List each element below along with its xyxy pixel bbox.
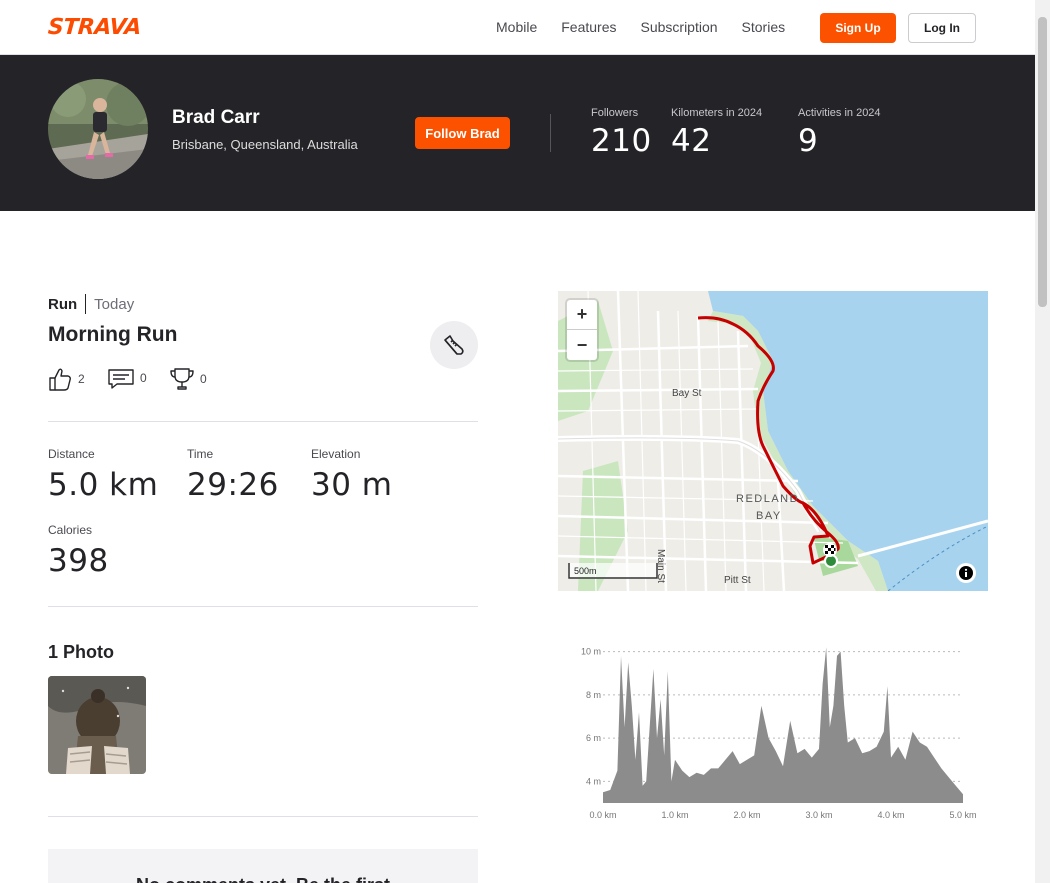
stat-kilometers: Kilometers in 2024 42	[671, 107, 762, 159]
metric-value: 29:26	[187, 467, 279, 503]
nav-links: Mobile Features Subscription Stories	[496, 19, 809, 35]
comment-icon	[108, 369, 134, 389]
stat-label: Followers	[591, 107, 639, 119]
activity-photo[interactable]	[48, 676, 146, 774]
divider	[550, 114, 551, 152]
comments-section: No comments yet. Be the first	[48, 849, 478, 883]
kudos-button[interactable]: 2	[48, 366, 85, 392]
stat-value: 9	[798, 123, 819, 159]
metric-value: 5.0 km	[48, 467, 159, 503]
zoom-out-button[interactable]: −	[567, 330, 597, 360]
x-tick-label: 1.0 km	[661, 810, 688, 820]
x-tick-label: 4.0 km	[877, 810, 904, 820]
metric-label: Elevation	[311, 447, 361, 461]
metric-label: Calories	[48, 523, 93, 537]
divider	[48, 816, 478, 817]
thumbs-up-icon	[49, 368, 71, 391]
stat-followers: Followers 210	[591, 107, 652, 159]
map-label-pitt-st: Pitt St	[724, 575, 751, 586]
kudos-count: 2	[78, 372, 85, 386]
y-tick-label: 6 m	[586, 733, 601, 743]
divider	[85, 294, 87, 314]
trophy-icon	[170, 368, 194, 390]
comments-count: 0	[140, 371, 147, 385]
y-tick-label: 4 m	[586, 776, 601, 786]
nav-link-subscription[interactable]: Subscription	[641, 19, 718, 35]
x-tick-label: 3.0 km	[805, 810, 832, 820]
info-icon[interactable]	[956, 563, 976, 583]
activity-type: Run	[48, 295, 78, 313]
athlete-header: Brad Carr Brisbane, Queensland, Australi…	[0, 55, 1035, 211]
elevation-area	[603, 647, 963, 803]
comments-button[interactable]: 0	[108, 366, 147, 390]
stat-activities: Activities in 2024 9	[798, 107, 881, 159]
logo-text: STRAVA	[47, 14, 142, 40]
strava-logo[interactable]: STRAVA	[47, 14, 142, 40]
achievements-count: 0	[200, 372, 207, 386]
divider	[48, 421, 478, 422]
y-tick-label: 8 m	[586, 690, 601, 700]
x-tick-label: 2.0 km	[733, 810, 760, 820]
zoom-in-button[interactable]: +	[567, 300, 597, 330]
avatar[interactable]	[48, 79, 148, 179]
route-map[interactable]: Bay St REDLAND BAY Main St Pitt St 500m …	[558, 291, 988, 591]
follow-button[interactable]: Follow Brad	[415, 117, 510, 149]
x-tick-label: 5.0 km	[949, 810, 976, 820]
activity-type-row: Run Today	[48, 294, 134, 314]
sign-up-button[interactable]: Sign Up	[820, 13, 896, 43]
metric-time: Time 29:26	[187, 447, 279, 503]
shoe-icon[interactable]	[430, 321, 478, 369]
map-label-bay: BAY	[756, 510, 782, 522]
metric-distance: Distance 5.0 km	[48, 447, 158, 503]
stat-label: Kilometers in 2024	[671, 107, 763, 119]
scrollbar[interactable]	[1035, 0, 1050, 883]
nav-link-mobile[interactable]: Mobile	[496, 19, 537, 35]
no-comments-text: No comments yet. Be the first	[48, 875, 478, 883]
metric-label: Distance	[48, 447, 95, 461]
metric-label: Time	[187, 447, 214, 461]
nav-link-features[interactable]: Features	[561, 19, 616, 35]
nav-link-stories[interactable]: Stories	[742, 19, 786, 35]
elevation-chart-svg: 4 m 6 m 8 m 10 m 0.0 km 1.0 km 2.0 km 3.0 km 4.0…	[581, 647, 977, 820]
metric-elevation: Elevation 30 m	[311, 447, 393, 503]
divider	[48, 606, 478, 607]
top-nav: STRAVA Mobile Features Subscription Stor…	[0, 0, 1035, 55]
stat-value: 42	[671, 123, 712, 159]
y-tick-label: 10 m	[581, 647, 601, 657]
activity-date: Today	[94, 295, 135, 313]
metric-value: 398	[48, 543, 109, 579]
map-scale-label: 500m	[574, 566, 597, 576]
photos-title: 1 Photo	[48, 642, 114, 662]
map-label-redland: REDLAND	[736, 493, 799, 505]
athlete-location: Brisbane, Queensland, Australia	[172, 137, 358, 152]
scrollbar-thumb[interactable]	[1038, 17, 1047, 307]
map-label-bay-st: Bay St	[672, 388, 702, 399]
achievements-button[interactable]: 0	[170, 366, 207, 392]
activity-title: Morning Run	[48, 323, 178, 346]
metric-calories: Calories 398	[48, 523, 109, 579]
x-tick-label: 0.0 km	[589, 810, 616, 820]
map-canvas[interactable]: Bay St REDLAND BAY Main St Pitt St 500m	[558, 291, 988, 591]
metric-value: 30 m	[311, 467, 393, 503]
zoom-control: + −	[567, 300, 597, 360]
stat-label: Activities in 2024	[798, 107, 881, 119]
elevation-chart: 4 m 6 m 8 m 10 m 0.0 km 1.0 km 2.0 km 3.0 km 4.0…	[558, 620, 998, 830]
stat-value: 210	[591, 123, 652, 159]
log-in-button[interactable]: Log In	[908, 13, 976, 43]
athlete-name[interactable]: Brad Carr	[172, 107, 260, 129]
